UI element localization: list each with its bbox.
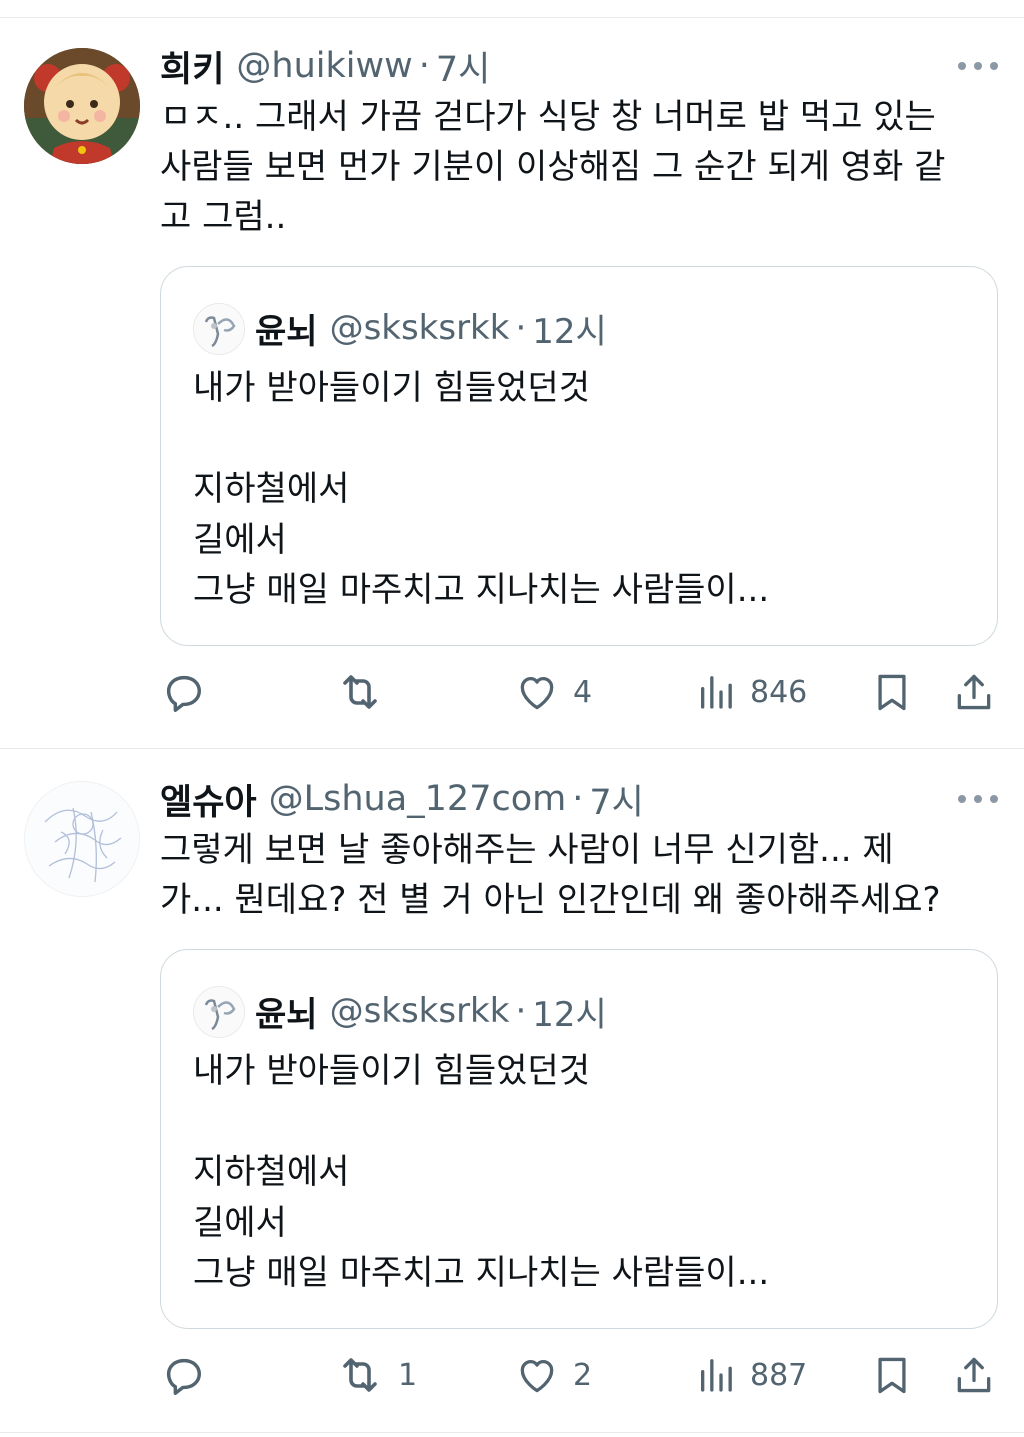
retweet-icon: [343, 675, 377, 709]
quoted-text-line: 내가 받아들이기 힘들었던것: [193, 368, 590, 408]
quoted-avatar-image: [194, 987, 244, 1037]
tweet-text-line: 가... 뭔데요? 전 별 거 아닌 인간인데 왜 좋아해주세요?: [160, 880, 941, 920]
like-button[interactable]: 4: [515, 662, 592, 722]
quoted-tweet[interactable]: 윤뇌 @sksksrkk · 12시 내가 받아들이기 힘들었던것 지하철에서 …: [160, 266, 998, 646]
quoted-timestamp: 12시: [532, 311, 607, 352]
quoted-author-handle: @sksksrkk: [329, 308, 510, 348]
avatar[interactable]: [24, 781, 140, 897]
quoted-avatar[interactable]: [193, 303, 245, 355]
timestamp[interactable]: 7시: [436, 41, 490, 92]
quoted-text-line: [193, 1097, 973, 1148]
more-dots-icon[interactable]: [958, 56, 998, 76]
tweet[interactable]: 엘슈아 @Lshua_127com · 7시 그렇게 보면 날 좋아해주는 사람…: [0, 749, 1024, 1419]
quoted-header: 윤뇌 @sksksrkk · 12시: [255, 986, 607, 1036]
quoted-avatar-image: [194, 304, 244, 354]
avatar-image: [24, 48, 140, 164]
tweet-text-line: 사람들 보면 먼가 기분이 이상해짐 그 순간 되게 영화 같: [160, 147, 946, 187]
tweet[interactable]: 희키 @huikiww · 7시 ㅁㅈ.. 그래서 가끔 걷다가 식당 창 너머…: [0, 0, 1024, 748]
reply-button[interactable]: [160, 1345, 220, 1405]
action-bar: 1 2 887: [0, 1345, 1024, 1405]
quoted-text-line: 내가 받아들이기 힘들었던것: [193, 1051, 590, 1091]
share-button[interactable]: [952, 662, 996, 722]
quoted-text-line: [193, 414, 973, 465]
heart-icon: [520, 1359, 554, 1393]
quoted-author-handle: @sksksrkk: [329, 991, 510, 1031]
tweet-text: 그렇게 보면 날 좋아해주는 사람이 너무 신기함... 제 가... 뭔데요?…: [160, 825, 1010, 925]
like-count: 2: [573, 1357, 593, 1393]
quoted-text-line: 지하철에서: [193, 469, 350, 509]
author-handle[interactable]: @Lshua_127com: [269, 779, 567, 819]
quoted-author-name: 윤뇌: [255, 311, 318, 352]
avatar-image: [25, 782, 139, 896]
author-name[interactable]: 희키: [160, 41, 224, 92]
quoted-text-line: 그냥 매일 마주치고 지나치는 사람들이...: [193, 570, 770, 610]
quoted-timestamp: 12시: [532, 994, 607, 1035]
more-dots-icon[interactable]: [958, 789, 998, 809]
views-count: 887: [750, 1357, 808, 1393]
timestamp[interactable]: 7시: [589, 774, 643, 825]
tweet-text: ㅁㅈ.. 그래서 가끔 걷다가 식당 창 너머로 밥 먹고 있는 사람들 보면 …: [160, 92, 1010, 242]
reply-button[interactable]: [160, 662, 220, 722]
separator-dot: ·: [572, 779, 584, 819]
action-bar: 4 846: [0, 662, 1024, 722]
bottom-divider: [0, 1432, 1024, 1433]
quoted-text-line: 지하철에서: [193, 1152, 350, 1192]
reply-icon: [166, 1358, 202, 1395]
quoted-avatar[interactable]: [193, 986, 245, 1038]
quoted-text: 내가 받아들이기 힘들었던것 지하철에서 길에서 그냥 매일 마주치고 지나치는…: [193, 363, 973, 616]
bookmark-icon: [878, 674, 906, 711]
retweet-icon: [343, 1358, 377, 1392]
share-icon: [957, 1357, 991, 1393]
like-button[interactable]: 2: [515, 1345, 592, 1405]
separator-dot: ·: [515, 308, 527, 348]
views-button[interactable]: 846: [696, 662, 807, 722]
separator-dot: ·: [515, 991, 527, 1031]
quoted-text-line: 길에서: [193, 519, 287, 560]
quoted-header: 윤뇌 @sksksrkk · 12시: [255, 303, 607, 353]
views-count: 846: [750, 674, 808, 710]
quoted-text: 내가 받아들이기 힘들었던것 지하철에서 길에서 그냥 매일 마주치고 지나치는…: [193, 1046, 973, 1299]
views-button[interactable]: 887: [696, 1345, 807, 1405]
retweet-button[interactable]: 1: [336, 1345, 417, 1405]
quoted-text-line: 길에서: [193, 1202, 287, 1243]
analytics-icon: [701, 1359, 732, 1392]
quoted-tweet[interactable]: 윤뇌 @sksksrkk · 12시 내가 받아들이기 힘들었던것 지하철에서 …: [160, 949, 998, 1329]
like-count: 4: [573, 674, 593, 710]
tweet-text-line: ㅁㅈ.. 그래서 가끔 걷다가 식당 창 너머로 밥 먹고 있는: [160, 97, 936, 137]
bookmark-button[interactable]: [870, 1345, 914, 1405]
reply-icon: [166, 675, 202, 712]
author-handle[interactable]: @huikiww: [236, 46, 412, 86]
tweet-header: 엘슈아 @Lshua_127com · 7시: [160, 777, 644, 823]
analytics-icon: [701, 676, 732, 709]
heart-icon: [520, 676, 554, 710]
bookmark-icon: [878, 1357, 906, 1394]
retweet-count: 1: [398, 1357, 418, 1393]
retweet-button[interactable]: [336, 662, 398, 722]
tweet-text-line: 고 그럼..: [160, 197, 287, 237]
share-icon: [957, 674, 991, 710]
quoted-text-line: 그냥 매일 마주치고 지나치는 사람들이...: [193, 1253, 770, 1293]
bookmark-button[interactable]: [870, 662, 914, 722]
share-button[interactable]: [952, 1345, 996, 1405]
quoted-author-name: 윤뇌: [255, 994, 318, 1035]
separator-dot: ·: [418, 46, 430, 86]
avatar[interactable]: [24, 48, 140, 164]
tweet-header: 희키 @huikiww · 7시: [160, 44, 490, 90]
tweet-text-line: 그렇게 보면 날 좋아해주는 사람이 너무 신기함... 제: [160, 830, 894, 870]
author-name[interactable]: 엘슈아: [160, 774, 257, 825]
